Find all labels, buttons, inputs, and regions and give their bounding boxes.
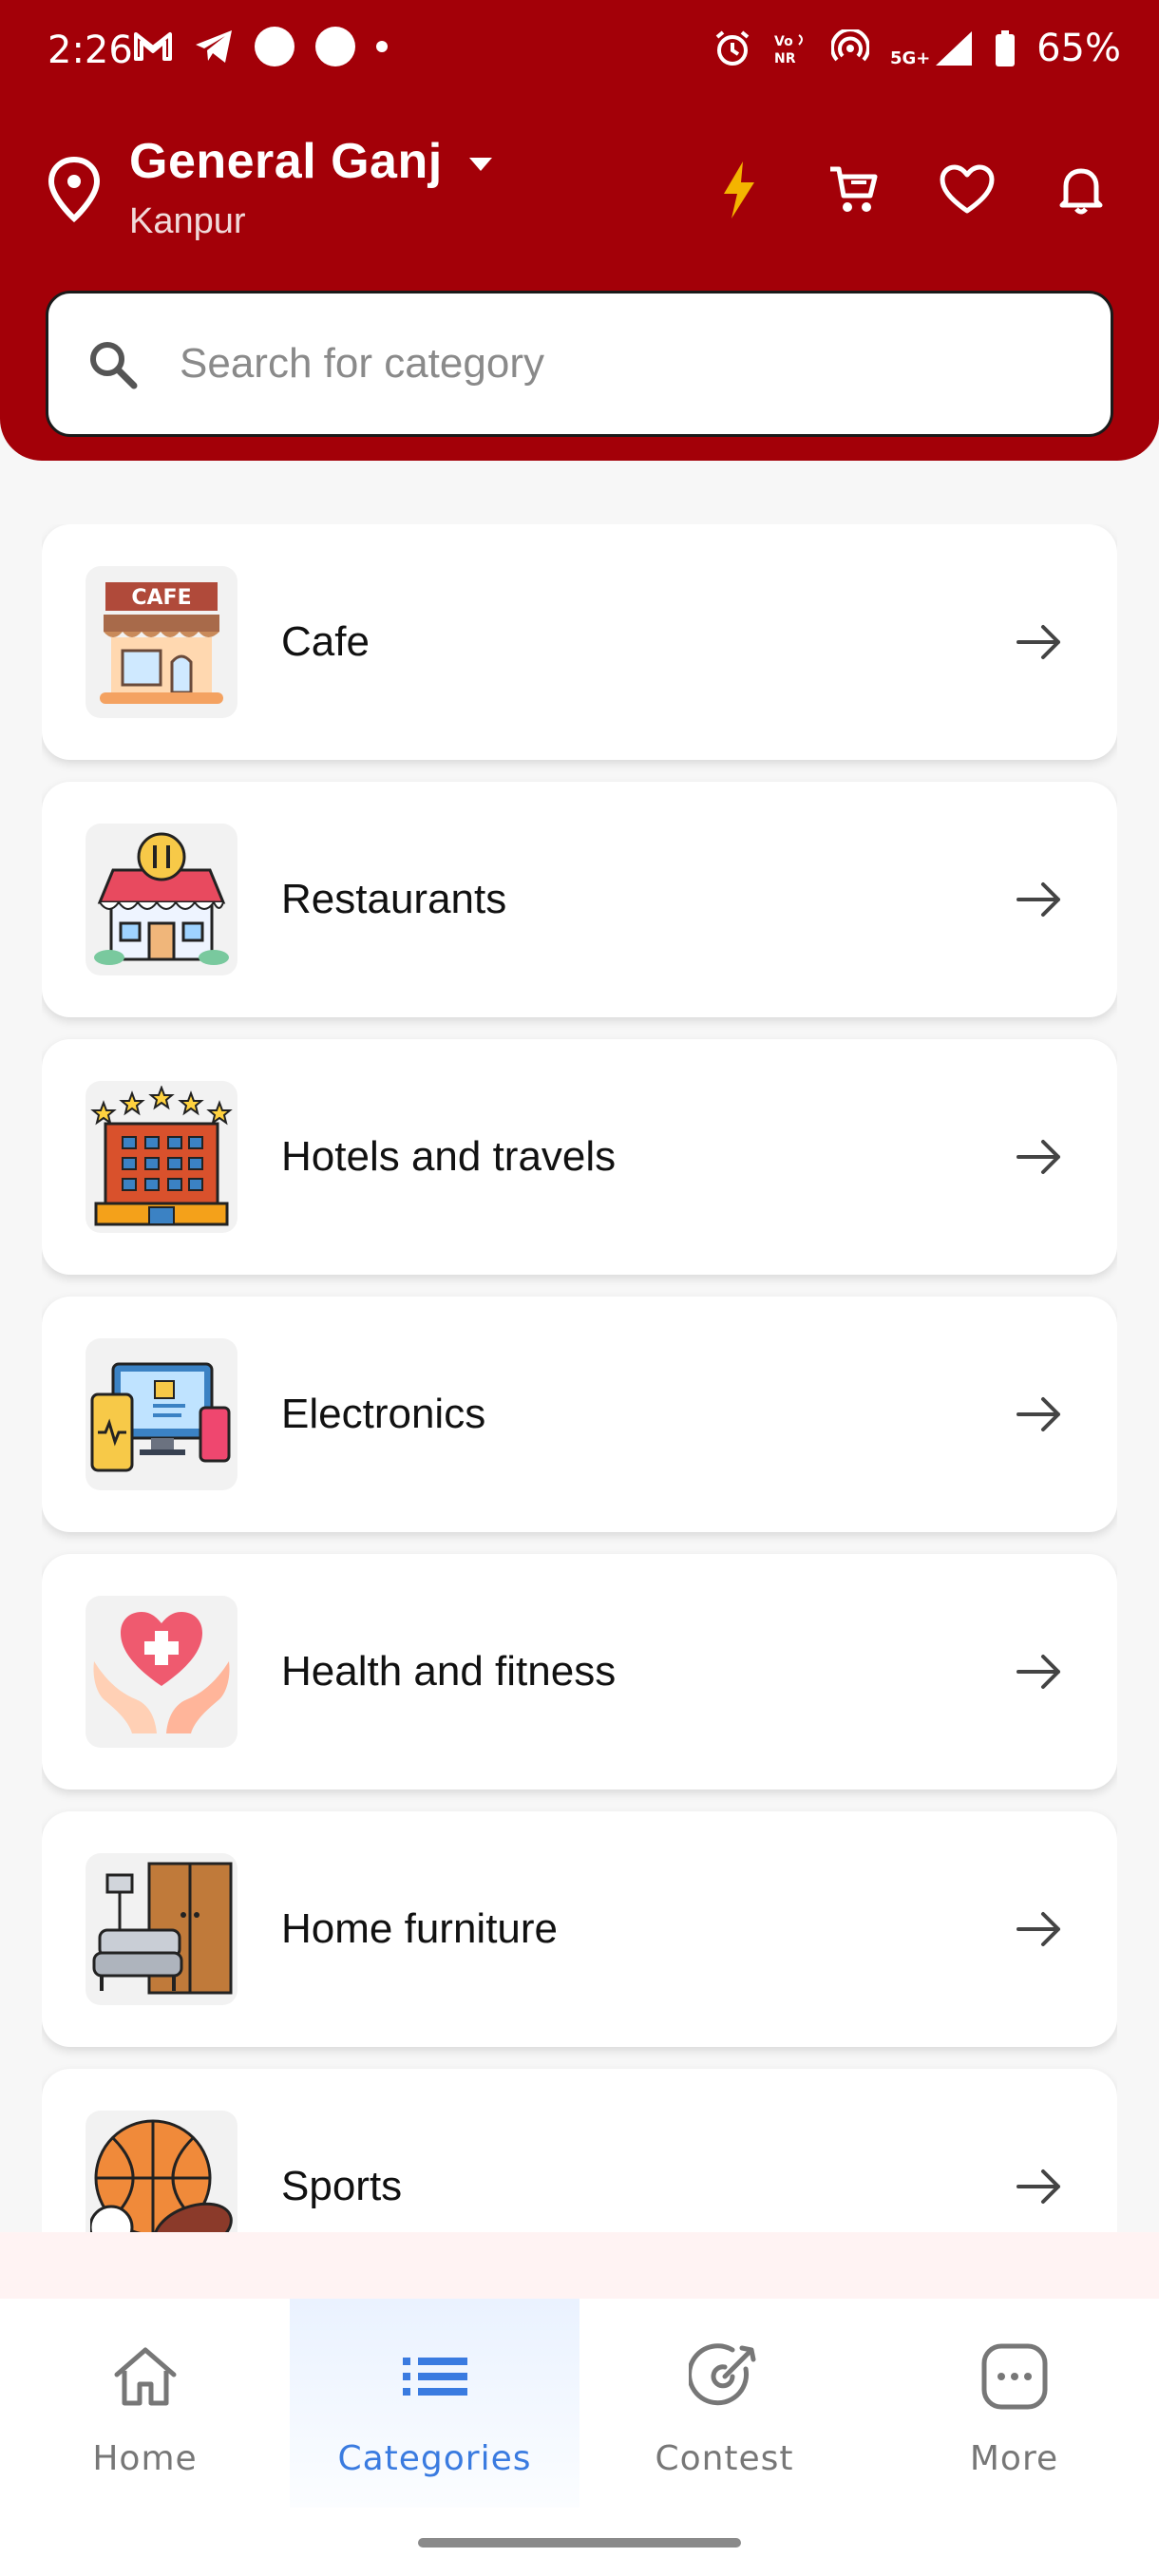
arrow-right-icon bbox=[1016, 625, 1060, 659]
status-time: 2:26 bbox=[48, 28, 133, 72]
bell-icon bbox=[1059, 168, 1103, 215]
home-icon bbox=[109, 2340, 181, 2413]
search-input[interactable] bbox=[180, 340, 1035, 388]
flash-button[interactable] bbox=[709, 160, 770, 220]
battery-icon bbox=[996, 30, 1016, 66]
location-subtitle: Kanpur bbox=[129, 201, 246, 241]
category-label: Cafe bbox=[281, 618, 370, 665]
arrow-right-icon bbox=[1016, 1655, 1060, 1689]
arrow-right-icon bbox=[1016, 2169, 1060, 2204]
category-label: Sports bbox=[281, 2163, 403, 2209]
category-label: Health and fitness bbox=[281, 1648, 617, 1695]
telegram-icon bbox=[196, 30, 232, 63]
location-title: General Ganj bbox=[129, 134, 443, 189]
health-icon bbox=[86, 1596, 238, 1748]
nav-contest[interactable]: Contest bbox=[580, 2299, 869, 2508]
hotel-icon bbox=[86, 1081, 238, 1233]
category-card-electronics[interactable]: Electronics bbox=[42, 1297, 1117, 1532]
nav-categories[interactable]: Categories bbox=[290, 2299, 580, 2508]
signal-icon: 5G+ bbox=[890, 31, 973, 67]
category-card-furniture[interactable]: Home furniture bbox=[42, 1811, 1117, 2047]
furniture-icon bbox=[86, 1853, 238, 2005]
search-bar[interactable] bbox=[46, 291, 1113, 437]
arrow-right-icon bbox=[1016, 1397, 1060, 1431]
category-list: CAFE Cafe Restaurants Hotels and travels… bbox=[42, 524, 1117, 2234]
target-icon bbox=[688, 2340, 761, 2413]
gmail-icon bbox=[134, 32, 172, 61]
nav-home[interactable]: Home bbox=[0, 2299, 290, 2508]
notification-dot-icon bbox=[255, 27, 294, 66]
header-actions bbox=[709, 160, 1112, 220]
nav-label: Contest bbox=[655, 2439, 794, 2478]
location-selector[interactable]: General Ganj Kanpur bbox=[48, 133, 492, 242]
volte-icon: Vo NR bbox=[774, 34, 804, 66]
heart-icon bbox=[940, 164, 995, 214]
nav-label: Categories bbox=[337, 2439, 532, 2478]
category-card-sports[interactable]: Sports bbox=[42, 2069, 1117, 2234]
bottom-navigation: Home Categories Contest More bbox=[0, 2299, 1159, 2576]
arrow-right-icon bbox=[1016, 1912, 1060, 1946]
location-pin-icon bbox=[48, 156, 101, 222]
category-card-hotels[interactable]: Hotels and travels bbox=[42, 1039, 1117, 1275]
cart-button[interactable] bbox=[823, 160, 884, 220]
system-icons: Vo NR 5G+ 65% bbox=[713, 27, 1121, 70]
category-card-health[interactable]: Health and fitness bbox=[42, 1554, 1117, 1790]
alarm-icon bbox=[715, 30, 750, 66]
chevron-down-icon bbox=[468, 158, 492, 171]
cart-icon bbox=[830, 166, 878, 212]
nav-more[interactable]: More bbox=[869, 2299, 1159, 2508]
lightning-icon bbox=[724, 161, 754, 218]
app-header: 2:26 Vo NR 5G+ 65% General Ganj Kanpur bbox=[0, 0, 1159, 461]
arrow-right-icon bbox=[1016, 882, 1060, 917]
category-card-cafe[interactable]: CAFE Cafe bbox=[42, 524, 1117, 760]
arrow-right-icon bbox=[1016, 1140, 1060, 1174]
battery-percent: 65% bbox=[1036, 27, 1121, 70]
category-label: Home furniture bbox=[281, 1905, 559, 1952]
list-fade bbox=[0, 2232, 1159, 2299]
notification-dot-icon bbox=[315, 27, 355, 66]
search-icon bbox=[90, 342, 138, 389]
svg-text:5G+: 5G+ bbox=[890, 48, 930, 67]
category-label: Hotels and travels bbox=[281, 1133, 617, 1180]
wishlist-button[interactable] bbox=[937, 160, 998, 220]
category-label: Electronics bbox=[281, 1391, 486, 1437]
list-icon bbox=[399, 2340, 471, 2413]
more-notifications-icon bbox=[376, 41, 388, 52]
restaurant-icon bbox=[86, 824, 238, 975]
notifications-button[interactable] bbox=[1051, 160, 1112, 220]
more-icon bbox=[978, 2340, 1051, 2413]
category-card-restaurants[interactable]: Restaurants bbox=[42, 782, 1117, 1017]
notification-icons bbox=[133, 27, 388, 66]
hotspot-icon bbox=[831, 29, 870, 62]
cafe-icon: CAFE bbox=[86, 566, 238, 718]
svg-text:CAFE: CAFE bbox=[131, 586, 191, 610]
sports-icon bbox=[86, 2111, 238, 2234]
home-indicator[interactable] bbox=[418, 2538, 741, 2548]
nav-label: Home bbox=[92, 2439, 198, 2478]
nav-label: More bbox=[969, 2439, 1059, 2478]
electronics-icon bbox=[86, 1338, 238, 1490]
svg-text:Vo: Vo bbox=[774, 34, 793, 49]
svg-text:NR: NR bbox=[774, 51, 796, 66]
status-bar: 2:26 Vo NR 5G+ 65% bbox=[0, 0, 1159, 104]
category-label: Restaurants bbox=[281, 876, 507, 922]
